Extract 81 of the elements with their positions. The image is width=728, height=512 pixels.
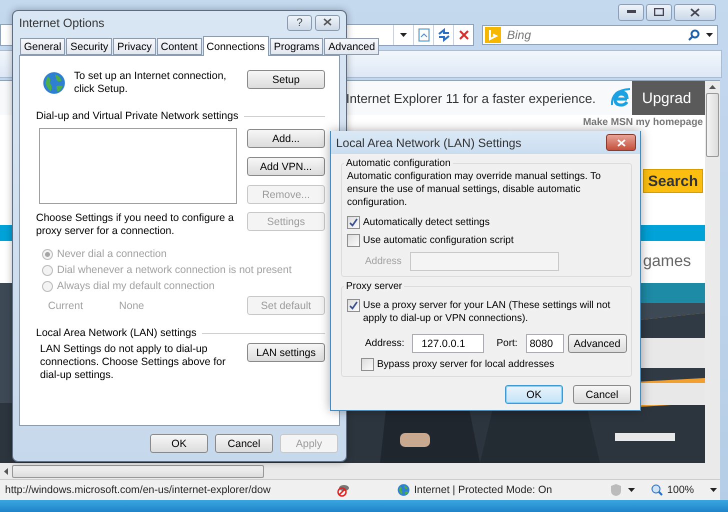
search-button[interactable]: Search (643, 169, 703, 193)
vertical-scrollbar[interactable] (705, 81, 720, 463)
close-icon (690, 8, 700, 16)
search-icon[interactable] (688, 29, 700, 41)
dropdown-caret-icon[interactable] (706, 33, 713, 37)
checkbox-label: Bypass proxy server for local addresses (377, 358, 554, 371)
ie-logo-icon (610, 87, 632, 109)
scrollbar-thumb[interactable] (12, 464, 264, 478)
tab[interactable]: General (20, 38, 66, 55)
maximize-button[interactable] (646, 4, 672, 20)
globe-icon (396, 483, 410, 497)
lan-settings-button[interactable]: LAN settings (247, 343, 325, 362)
minimize-icon (626, 10, 636, 14)
advanced-button[interactable]: Advanced (568, 334, 627, 353)
dialog-title: Local Area Network (LAN) Settings (336, 136, 522, 150)
help-button[interactable]: ? (287, 15, 312, 31)
zoom-level[interactable]: 100% (667, 484, 694, 496)
maximize-icon (654, 8, 664, 16)
setup-button[interactable]: Setup (247, 70, 325, 89)
auto-config-text: Automatic configuration may override manual settings. To ensure the use of manual settings, disable automatic configuration. (347, 170, 602, 209)
tab[interactable]: Privacy (113, 38, 156, 55)
dialog-button[interactable]: OK (505, 385, 563, 404)
close-button[interactable] (606, 134, 636, 151)
current-label: Current (48, 300, 84, 312)
checkbox[interactable] (347, 234, 360, 247)
minimize-button[interactable] (618, 4, 644, 20)
upgrade-button[interactable]: Upgrad (632, 81, 705, 115)
status-url: http://windows.microsoft.com/en-us/internet-explorer/dow (4, 484, 272, 496)
setup-text: To set up an Internet connection, click Setup. (74, 70, 228, 96)
section-heading: Dial-up and Virtual Private Network settings (36, 110, 238, 122)
scrollbar-thumb[interactable] (706, 93, 719, 157)
group-heading: Proxy server (345, 281, 404, 292)
section-heading: Local Area Network (LAN) settings (36, 327, 196, 339)
checkbox[interactable] (347, 216, 360, 229)
dialog-title: Internet Options (19, 16, 104, 30)
connection-button[interactable]: Add... (247, 129, 325, 148)
radio-label: Dial whenever a network connection is not present (57, 264, 292, 276)
checkbox-label: Use automatic configuration script (363, 234, 514, 247)
proxy-text: Choose Settings if you need to configure a proxy server for a connection. (36, 212, 235, 238)
dropdown-caret-icon[interactable] (628, 488, 636, 492)
checkbox-label: Automatically detect settings (363, 216, 490, 229)
dialog-button[interactable]: Cancel (573, 385, 631, 404)
refresh-icon[interactable] (433, 25, 453, 45)
close-button[interactable] (315, 15, 340, 31)
tab[interactable]: Connections (202, 36, 269, 56)
radio-label: Never dial a connection (57, 248, 167, 260)
connections-list[interactable] (39, 128, 237, 204)
group-heading: Automatic configuration (345, 158, 452, 169)
tab[interactable]: Content (156, 38, 202, 55)
radio-label: Always dial my default connection (57, 280, 215, 292)
port-field[interactable]: 8080 (526, 334, 564, 353)
zoom-icon[interactable] (651, 484, 664, 496)
checkbox[interactable] (361, 358, 374, 371)
banner-text: Internet Explorer 11 for a faster experience. (346, 90, 596, 106)
homepage-link[interactable]: Make MSN my homepage (582, 117, 703, 129)
security-zone: Internet | Protected Mode: On (414, 484, 552, 496)
blocked-eye-icon[interactable] (336, 483, 350, 497)
tab[interactable]: Programs (270, 38, 324, 55)
scroll-up-arrow-icon[interactable] (709, 85, 716, 89)
current-value: None (119, 300, 144, 312)
tab[interactable]: Advanced (324, 38, 380, 55)
connection-button[interactable]: Add VPN... (247, 157, 325, 176)
field-label: Address: (365, 338, 404, 349)
bing-logo-icon (485, 27, 501, 43)
checkbox[interactable] (347, 299, 360, 312)
tab[interactable]: Security (66, 38, 112, 55)
close-icon (616, 138, 626, 146)
dialog-button[interactable]: Cancel (215, 434, 273, 453)
field-label: Address (365, 256, 402, 267)
address-field[interactable]: 127.0.0.1 (412, 334, 484, 353)
checkbox-label: Use a proxy server for your LAN (These settings will not apply to dial-up or VPN connections). (363, 299, 612, 325)
lan-text: LAN Settings do not apply to dial-up connections. Choose Settings above for dial-up settings. (39, 343, 227, 382)
horizontal-scrollbar[interactable] (0, 463, 720, 479)
field-label: Port: (496, 338, 518, 349)
search-field[interactable]: Bing (482, 25, 718, 45)
games-link[interactable]: games (642, 253, 691, 271)
dialog-button[interactable]: OK (150, 434, 208, 453)
dropdown-caret-icon[interactable] (710, 488, 717, 492)
close-icon (323, 18, 332, 26)
close-button[interactable] (674, 4, 716, 20)
scroll-left-arrow-icon[interactable] (4, 468, 8, 474)
